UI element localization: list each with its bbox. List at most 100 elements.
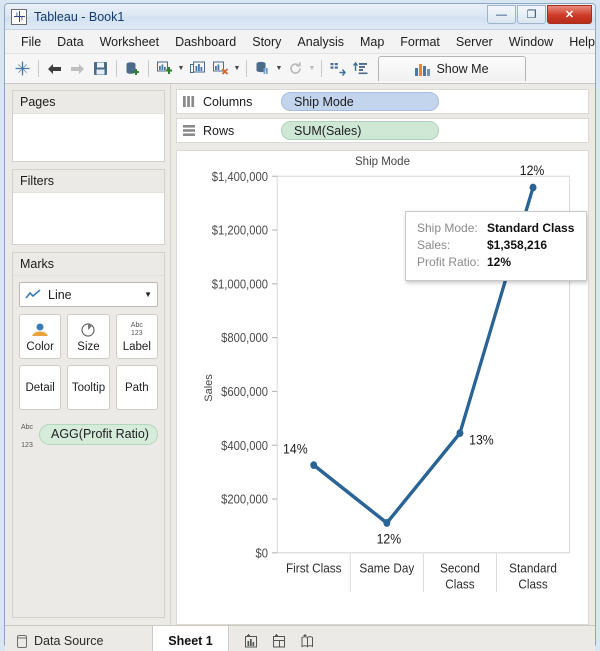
menu-server[interactable]: Server bbox=[448, 32, 501, 52]
tooltip-key-ship-mode: Ship Mode: bbox=[417, 220, 487, 237]
sort-ascending-icon[interactable] bbox=[326, 58, 349, 80]
toolbar-separator bbox=[38, 60, 39, 77]
refresh-icon[interactable] bbox=[284, 58, 307, 80]
rows-shelf[interactable]: Rows SUM(Sales) bbox=[176, 118, 589, 143]
window-controls: — ❐ ✕ bbox=[486, 5, 592, 24]
filters-title: Filters bbox=[13, 170, 164, 193]
forward-arrow-icon[interactable] bbox=[66, 58, 89, 80]
rows-pill-sum-sales[interactable]: SUM(Sales) bbox=[281, 121, 439, 140]
size-button[interactable]: Size bbox=[67, 314, 109, 359]
y-axis-tick-label: $1,000,000 bbox=[212, 277, 269, 292]
menu-file[interactable]: File bbox=[13, 32, 49, 52]
clear-sheet-icon[interactable] bbox=[209, 58, 232, 80]
new-story-icon[interactable] bbox=[297, 632, 316, 651]
profit-ratio-pill[interactable]: AGG(Profit Ratio) bbox=[39, 424, 158, 445]
sheet-tab-sheet1[interactable]: Sheet 1 bbox=[153, 626, 229, 651]
rows-pill-label: SUM(Sales) bbox=[294, 124, 361, 138]
menu-window[interactable]: Window bbox=[501, 32, 561, 52]
color-icon bbox=[30, 321, 50, 339]
columns-shelf[interactable]: Columns Ship Mode bbox=[176, 89, 589, 114]
data-point-marker[interactable] bbox=[310, 461, 317, 469]
new-worksheet-icon[interactable] bbox=[153, 58, 176, 80]
y-axis-tick-label: $0 bbox=[256, 546, 269, 561]
columns-pill-ship-mode[interactable]: Ship Mode bbox=[281, 92, 439, 111]
chevron-down-icon: ▼ bbox=[307, 58, 317, 80]
title-bar: Tableau - Book1 — ❐ ✕ bbox=[5, 4, 595, 30]
maximize-button[interactable]: ❐ bbox=[517, 5, 546, 24]
duplicate-sheet-icon[interactable] bbox=[186, 58, 209, 80]
save-icon[interactable] bbox=[89, 58, 112, 80]
marks-card: Marks Line ▼ bbox=[12, 252, 165, 618]
marks-body: Line ▼ Color bbox=[13, 276, 164, 617]
y-axis-tick-label: $1,200,000 bbox=[212, 223, 269, 238]
x-axis-tick-label: Standard bbox=[509, 561, 557, 576]
pages-card: Pages bbox=[12, 90, 165, 162]
right-pane: Columns Ship Mode Rows SUM(Sales) Ship bbox=[171, 84, 595, 625]
data-point-marker[interactable] bbox=[456, 429, 463, 437]
left-pane: Pages Filters Marks bbox=[5, 84, 171, 625]
menu-worksheet[interactable]: Worksheet bbox=[92, 32, 168, 52]
menu-bar: File Data Worksheet Dashboard Story Anal… bbox=[5, 30, 595, 54]
connect-data-icon[interactable] bbox=[121, 58, 144, 80]
toolbar-separator bbox=[246, 60, 247, 77]
filters-drop-zone[interactable] bbox=[13, 193, 164, 244]
columns-icon bbox=[183, 96, 198, 107]
new-dashboard-icon[interactable] bbox=[269, 632, 288, 651]
chevron-down-icon[interactable]: ▼ bbox=[144, 290, 152, 299]
menu-format[interactable]: Format bbox=[392, 32, 448, 52]
columns-pill-label: Ship Mode bbox=[294, 95, 354, 109]
color-button[interactable]: Color bbox=[19, 314, 61, 359]
visualization-canvas[interactable]: Ship Mode Sales $0$200,000$400,000$600,0… bbox=[176, 150, 589, 625]
label-button[interactable]: Abc123 Label bbox=[116, 314, 158, 359]
show-me-button[interactable]: Show Me bbox=[378, 56, 526, 81]
sort-descending-icon[interactable] bbox=[349, 58, 372, 80]
chevron-down-icon[interactable]: ▼ bbox=[176, 58, 186, 80]
close-button[interactable]: ✕ bbox=[547, 5, 592, 24]
data-point-label: 12% bbox=[377, 531, 402, 547]
swap-rows-cols-icon[interactable] bbox=[251, 58, 274, 80]
rows-icon bbox=[183, 125, 198, 136]
window-frame: Tableau - Book1 — ❐ ✕ File Data Workshee… bbox=[4, 3, 596, 647]
tooltip-value-sales: $1,358,216 bbox=[487, 237, 547, 254]
menu-data[interactable]: Data bbox=[49, 32, 91, 52]
marks-pill-row: Abc123 AGG(Profit Ratio) bbox=[19, 416, 158, 452]
x-axis-tick-label: First Class bbox=[286, 561, 342, 576]
detail-button[interactable]: Detail bbox=[19, 365, 61, 410]
window-title: Tableau - Book1 bbox=[34, 10, 124, 24]
database-icon bbox=[17, 635, 27, 648]
tooltip-key-sales: Sales: bbox=[417, 237, 487, 254]
chevron-down-icon[interactable]: ▼ bbox=[232, 58, 242, 80]
y-axis-tick-label: $600,000 bbox=[221, 384, 268, 399]
x-axis-tick-label: Class bbox=[445, 577, 474, 592]
minimize-button[interactable]: — bbox=[487, 5, 516, 24]
tooltip-button[interactable]: Tooltip bbox=[67, 365, 109, 410]
new-worksheet-icon[interactable] bbox=[241, 632, 260, 651]
marks-button-row-2: Detail Tooltip Path bbox=[19, 365, 158, 410]
data-source-button[interactable]: Data Source bbox=[5, 626, 153, 651]
y-axis-tick-label: $1,400,000 bbox=[212, 169, 269, 184]
data-point-marker[interactable] bbox=[530, 184, 537, 192]
menu-analysis[interactable]: Analysis bbox=[289, 32, 352, 52]
color-label: Color bbox=[26, 341, 53, 353]
mark-type-label: Line bbox=[48, 288, 144, 302]
back-arrow-icon[interactable] bbox=[43, 58, 66, 80]
columns-label: Columns bbox=[203, 95, 281, 109]
abc123-icon: Abc123 bbox=[19, 416, 35, 452]
show-me-label: Show Me bbox=[436, 62, 488, 76]
toolbar-separator bbox=[321, 60, 322, 77]
menu-map[interactable]: Map bbox=[352, 32, 392, 52]
pages-drop-zone[interactable] bbox=[13, 114, 164, 161]
menu-help[interactable]: Help bbox=[561, 32, 600, 52]
filters-card: Filters bbox=[12, 169, 165, 245]
mark-type-dropdown[interactable]: Line ▼ bbox=[19, 282, 158, 307]
tableau-logo-icon[interactable] bbox=[11, 58, 34, 80]
path-button[interactable]: Path bbox=[116, 365, 158, 410]
pages-title: Pages bbox=[13, 91, 164, 114]
y-axis-tick-label: $200,000 bbox=[221, 492, 268, 507]
data-point-marker[interactable] bbox=[383, 519, 390, 527]
menu-dashboard[interactable]: Dashboard bbox=[167, 32, 244, 52]
tooltip-row-sales: Sales: $1,358,216 bbox=[417, 237, 576, 254]
chevron-down-icon[interactable]: ▼ bbox=[274, 58, 284, 80]
menu-story[interactable]: Story bbox=[244, 32, 289, 52]
size-icon bbox=[80, 321, 97, 339]
